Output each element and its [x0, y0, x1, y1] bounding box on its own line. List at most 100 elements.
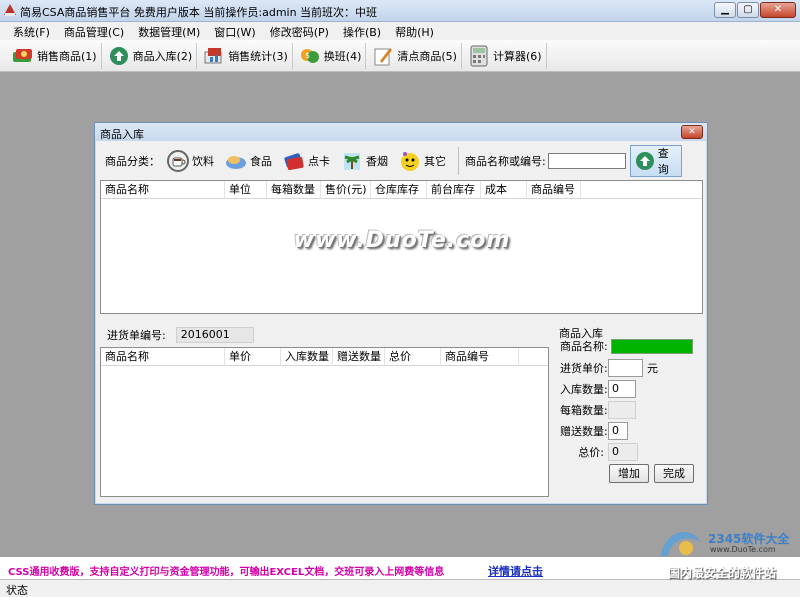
toolbar-inventory-label: 清点商品(5)	[397, 49, 457, 63]
toolbar-stock-in-button[interactable]: 商品入库(2)	[104, 42, 198, 69]
toolbar-sell-goods-label: 销售商品(1)	[37, 49, 97, 63]
category-food-button[interactable]: 食品	[224, 149, 272, 173]
category-toolbar: 商品分类： 饮料 食品 点卡 香烟 其它 商品名称或编号: 查询	[100, 143, 702, 179]
calculator-icon	[468, 45, 490, 67]
column-header-warehouse-stock[interactable]: 仓库库存	[371, 181, 427, 199]
stock-in-list-header: 商品名称 单价 入库数量 赠送数量 总价 商品编号	[101, 348, 548, 366]
column-header-unit[interactable]: 单位	[225, 181, 267, 199]
per-box-label: 每箱数量:	[560, 404, 608, 417]
product-name-field: 商品名称:	[560, 338, 693, 354]
duote-watermark: www.DuoTe.com	[293, 228, 511, 253]
order-number-label: 进货单编号:	[107, 329, 166, 342]
column-header-name[interactable]: 商品名称	[101, 348, 225, 366]
total-price-field: 总价: 0	[560, 443, 638, 461]
purchase-price-input[interactable]	[608, 359, 643, 377]
purchase-price-field: 进货单价: 元	[560, 359, 658, 377]
category-label: 商品分类：	[105, 155, 160, 168]
column-header-front-stock[interactable]: 前台库存	[427, 181, 481, 199]
stock-in-icon	[108, 45, 130, 67]
total-price-label: 总价:	[578, 446, 604, 459]
product-name-label: 商品名称:	[560, 340, 608, 353]
done-button[interactable]: 完成	[654, 464, 694, 483]
menu-system[interactable]: 系统(F)	[6, 22, 57, 40]
in-quantity-label: 入库数量:	[560, 383, 608, 396]
category-other-button[interactable]: 其它	[398, 149, 446, 173]
window-title: 简易CSA商品销售平台 免费用户版本 当前操作员:admin 当前班次：中班	[20, 6, 378, 19]
column-header-price[interactable]: 售价(元)	[321, 181, 371, 199]
stock-in-form: 商品入库 商品名称: 进货单价: 元 入库数量: 0 每箱数量: 赠送数量: 0…	[558, 323, 703, 493]
dialog-close-button[interactable]: ✕	[681, 125, 703, 139]
toolbar-inventory-button[interactable]: 清点商品(5)	[368, 42, 462, 69]
dialog-title: 商品入库	[100, 128, 144, 141]
product-name-indicator	[611, 338, 693, 354]
menubar: 系统(F) 商品管理(C) 数据管理(M) 窗口(W) 修改密码(P) 操作(B…	[0, 22, 800, 40]
menu-change-password[interactable]: 修改密码(P)	[263, 22, 336, 40]
column-header-total[interactable]: 总价	[385, 348, 441, 366]
main-toolbar: 销售商品(1) 商品入库(2) 销售统计(3) $ 换班(4) 清点商品(5) …	[0, 40, 800, 72]
column-header-cost[interactable]: 成本	[481, 181, 527, 199]
column-header-code[interactable]: 商品编号	[527, 181, 581, 199]
query-label: 查询	[657, 147, 669, 176]
food-icon	[224, 149, 248, 173]
in-quantity-field: 入库数量: 0	[560, 380, 636, 398]
order-number-row: 进货单编号: 2016001	[107, 327, 254, 343]
price-unit: 元	[647, 362, 658, 375]
gift-quantity-input[interactable]: 0	[608, 422, 628, 440]
category-cigarettes-button[interactable]: 香烟	[340, 149, 388, 173]
stats-icon	[203, 45, 225, 67]
dialog-titlebar: 商品入库 ✕	[95, 123, 707, 141]
maximize-button[interactable]: ▢	[737, 2, 759, 18]
watermark-site-name: 2345软件大全	[708, 532, 790, 546]
category-cigarettes-label: 香烟	[366, 155, 388, 168]
toolbar-stock-in-label: 商品入库(2)	[132, 49, 193, 63]
status-text: 状态	[6, 584, 28, 597]
menu-goods-management[interactable]: 商品管理(C)	[57, 22, 131, 40]
cards-icon	[282, 149, 306, 173]
column-header-name[interactable]: 商品名称	[101, 181, 225, 199]
close-button[interactable]: ✕	[760, 2, 796, 18]
category-food-label: 食品	[250, 155, 272, 168]
stock-in-list-grid[interactable]: 商品名称 单价 入库数量 赠送数量 总价 商品编号	[100, 347, 549, 497]
svg-text:$: $	[305, 51, 310, 60]
gift-quantity-field: 赠送数量: 0	[560, 422, 628, 440]
column-header-per-box[interactable]: 每箱数量	[267, 181, 321, 199]
coffee-cup-icon	[166, 149, 190, 173]
order-number-value: 2016001	[175, 327, 254, 343]
smiley-icon	[398, 149, 422, 173]
per-box-input	[608, 401, 636, 419]
category-other-label: 其它	[424, 155, 446, 168]
search-icon	[634, 150, 656, 172]
column-header-in-qty[interactable]: 入库数量	[281, 348, 333, 366]
category-drinks-label: 饮料	[192, 155, 214, 168]
menu-data-management[interactable]: 数据管理(M)	[131, 22, 207, 40]
category-cards-button[interactable]: 点卡	[282, 149, 330, 173]
add-button[interactable]: 增加	[609, 464, 649, 483]
column-header-unit-price[interactable]: 单价	[225, 348, 281, 366]
shift-icon: $	[299, 45, 321, 67]
toolbar-separator	[458, 147, 459, 175]
menu-operation[interactable]: 操作(B)	[336, 22, 388, 40]
promo-details-link[interactable]: 详情请点击	[488, 563, 543, 579]
column-header-gift-qty[interactable]: 赠送数量	[333, 348, 385, 366]
query-button[interactable]: 查询	[629, 145, 682, 177]
search-input[interactable]	[547, 153, 626, 169]
status-bar: 状态	[0, 579, 800, 597]
inventory-icon	[372, 45, 394, 67]
category-drinks-button[interactable]: 饮料	[166, 149, 214, 173]
toolbar-sales-stats-button[interactable]: 销售统计(3)	[199, 42, 293, 69]
menu-help[interactable]: 帮助(H)	[388, 22, 441, 40]
toolbar-sell-goods-button[interactable]: 销售商品(1)	[8, 42, 102, 69]
product-list-header: 商品名称 单位 每箱数量 售价(元) 仓库库存 前台库存 成本 商品编号	[101, 181, 702, 199]
watermark-site-url: www.DuoTe.com	[710, 545, 776, 554]
toolbar-shift-change-button[interactable]: $ 换班(4)	[295, 42, 367, 69]
in-quantity-input[interactable]: 0	[608, 380, 636, 398]
column-header-code[interactable]: 商品编号	[441, 348, 519, 366]
per-box-field: 每箱数量:	[560, 401, 636, 419]
promo-bar: CSS通用收费版，支持自定义打印与资金管理功能，可输出EXCEL文档，交班可录入…	[0, 557, 800, 579]
minimize-button[interactable]: ▁	[714, 2, 736, 18]
app-logo-icon	[4, 4, 16, 16]
category-cards-label: 点卡	[308, 155, 330, 168]
total-price-value: 0	[608, 443, 638, 461]
menu-window[interactable]: 窗口(W)	[207, 22, 262, 40]
toolbar-calculator-button[interactable]: 计算器(6)	[464, 42, 547, 69]
